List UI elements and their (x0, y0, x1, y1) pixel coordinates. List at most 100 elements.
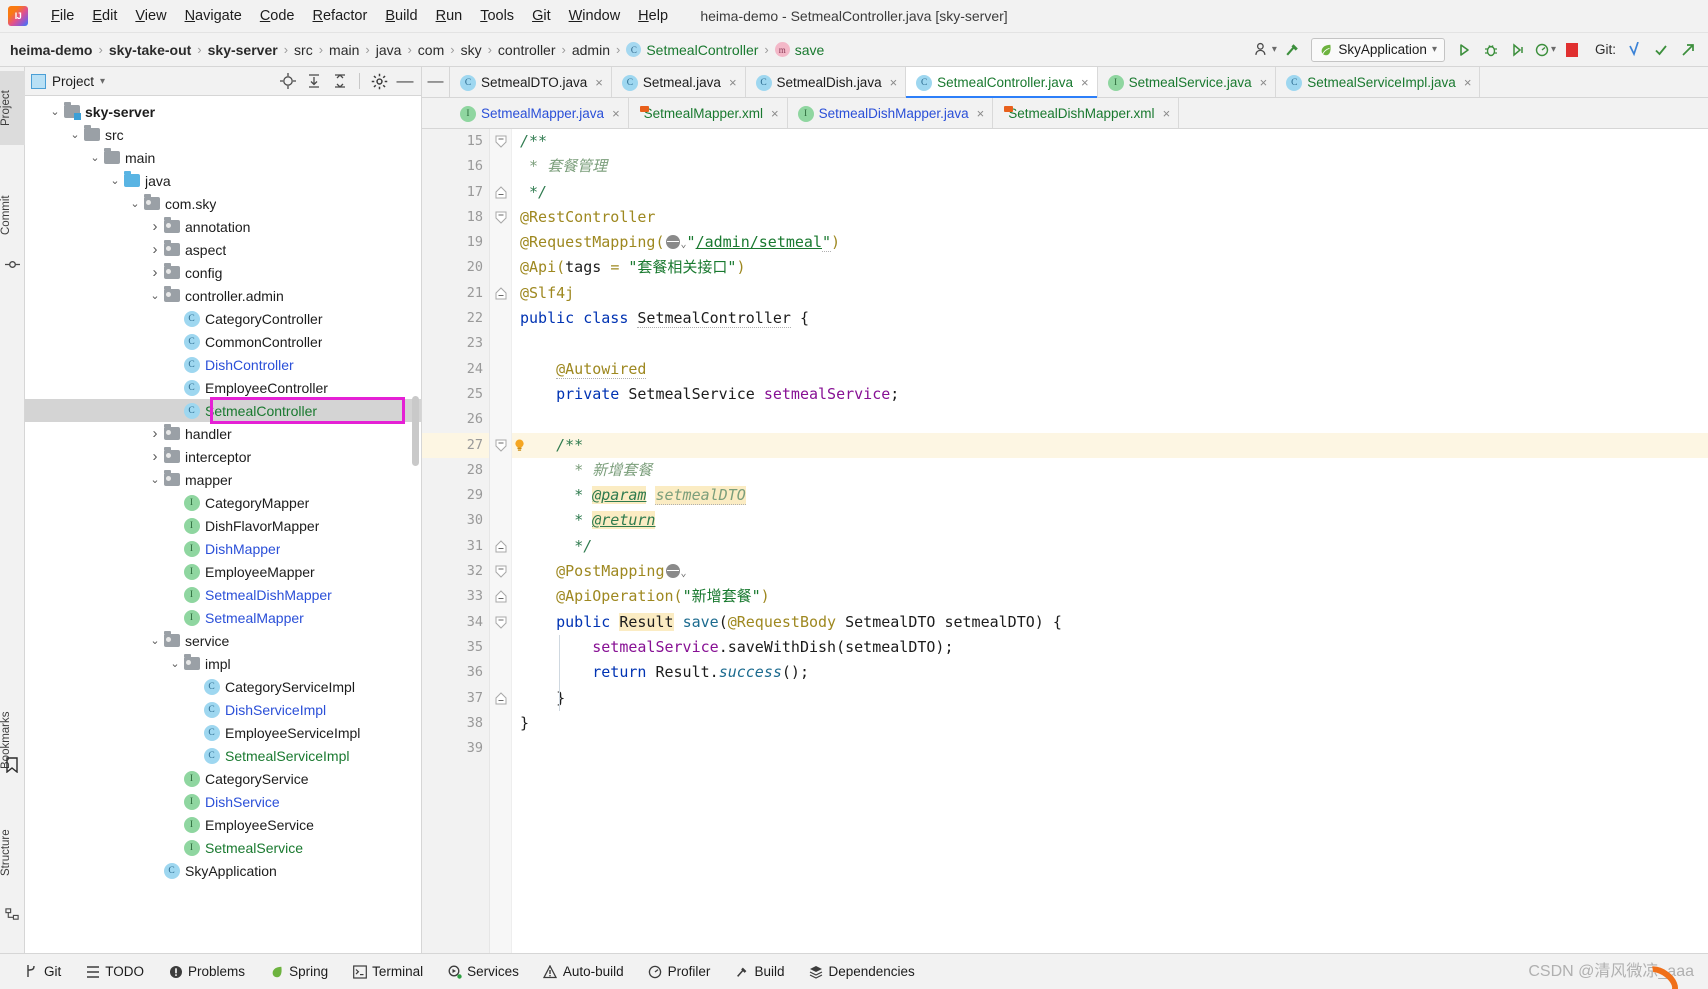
gutter-line-number[interactable]: 27 (422, 432, 489, 458)
gutter-line-number[interactable]: 37 (422, 686, 489, 711)
gutter-line-number[interactable]: 26 (422, 407, 489, 432)
run-with-coverage-icon[interactable] (1506, 38, 1530, 62)
code-line[interactable] (512, 331, 1708, 356)
editor-gutter[interactable]: 15 16 17 18 19 20 21 22 23 24 25 26 27 28 29 30 31 32 33 34… (422, 129, 490, 953)
fold-start-icon[interactable] (495, 135, 507, 148)
chevron-right-icon[interactable]: › (147, 241, 163, 258)
chevron-down-icon[interactable]: ⌄ (47, 105, 63, 118)
gutter-line-number[interactable]: 19 (422, 230, 489, 255)
gutter-line-number[interactable]: 21 (422, 281, 489, 306)
code-line[interactable]: */ (512, 180, 1708, 205)
status-bar-item-services[interactable]: Services (435, 964, 531, 979)
code-line[interactable]: private SetmealService setmealService; (512, 382, 1708, 407)
tree-item-controller-admin[interactable]: ⌄ controller.admin (25, 284, 421, 307)
chevron-down-icon[interactable]: ⌄ (167, 657, 183, 670)
tree-item-java[interactable]: ⌄ java (25, 169, 421, 192)
breadcrumb-item-heima-demo[interactable]: heima-demo (10, 42, 92, 58)
tree-item-categorycontroller[interactable]: C CategoryController (25, 307, 421, 330)
code-line[interactable]: return Result.success(); (512, 660, 1708, 685)
code-line[interactable]: setmealService.saveWithDish(setmealDTO); (512, 635, 1708, 660)
close-icon[interactable]: × (890, 75, 898, 90)
code-content[interactable]: /** * 套餐管理 */@RestController @RequestMapp… (512, 129, 1708, 953)
sidebar-item-bookmarks[interactable]: Bookmarks (0, 685, 25, 795)
tree-scrollbar[interactable] (412, 396, 419, 466)
tree-item-handler[interactable]: › handler (25, 422, 421, 445)
menu-item-file[interactable]: File (42, 5, 83, 27)
chevron-down-icon[interactable]: ⌄ (67, 128, 83, 141)
menu-item-code[interactable]: Code (251, 5, 304, 27)
debug-icon[interactable] (1479, 38, 1503, 62)
user-settings-icon[interactable]: ▾ (1253, 38, 1277, 62)
close-icon[interactable]: × (1260, 75, 1268, 90)
tree-item-employeecontroller[interactable]: C EmployeeController (25, 376, 421, 399)
sidebar-item-project[interactable]: Project (0, 71, 25, 145)
status-bar-item-todo[interactable]: TODO (73, 964, 156, 979)
gutter-line-number[interactable]: 18 (422, 205, 489, 230)
editor-tab-setmealdto-java[interactable]: C SetmealDTO.java × (450, 67, 612, 97)
chevron-down-icon[interactable]: ⌄ (87, 151, 103, 164)
fold-start-icon[interactable] (495, 439, 507, 452)
close-icon[interactable]: × (771, 106, 779, 121)
editor-tab-setmeal-java[interactable]: C Setmeal.java × (611, 67, 746, 97)
code-line[interactable]: public Result save(@RequestBody SetmealD… (512, 610, 1708, 635)
tree-item-mapper[interactable]: ⌄ mapper (25, 468, 421, 491)
status-bar-item-dependencies[interactable]: Dependencies (796, 964, 926, 979)
breadcrumb-item-sky-server[interactable]: sky-server (208, 42, 278, 58)
gutter-line-number[interactable]: 28 (422, 458, 489, 483)
project-tree[interactable]: ⌄ sky-server ⌄ src ⌄ main ⌄ java ⌄ com.sky › annota… (25, 96, 421, 953)
status-bar-item-problems[interactable]: Problems (156, 964, 257, 979)
menu-item-build[interactable]: Build (376, 5, 426, 27)
chevron-right-icon[interactable]: › (147, 448, 163, 465)
sidebar-item-commit[interactable]: Commit (0, 179, 25, 251)
code-line[interactable]: */ (512, 534, 1708, 559)
tree-item-aspect[interactable]: › aspect (25, 238, 421, 261)
intention-bulb-icon[interactable] (512, 438, 526, 452)
menu-item-edit[interactable]: Edit (83, 5, 126, 27)
gutter-line-number[interactable]: 23 (422, 331, 489, 356)
status-bar-item-git[interactable]: Git (12, 964, 73, 979)
breadcrumb-item-src[interactable]: src (294, 42, 313, 58)
locate-file-icon[interactable] (278, 71, 298, 91)
fold-end-icon[interactable] (495, 691, 507, 705)
tree-item-categoryserviceimpl[interactable]: C CategoryServiceImpl (25, 675, 421, 698)
tree-item-categoryservice[interactable]: I CategoryService (25, 767, 421, 790)
fold-end-icon[interactable] (495, 540, 507, 553)
editor-tab-setmealdishmapper-xml[interactable]: SetmealDishMapper.xml × (993, 98, 1180, 128)
menu-item-window[interactable]: Window (560, 5, 630, 27)
run-icon[interactable] (1452, 38, 1476, 62)
chevron-down-icon[interactable]: ⌄ (127, 197, 143, 210)
settings-gear-icon[interactable] (369, 71, 389, 91)
run-configuration-selector[interactable]: SkyApplication ▾ (1311, 37, 1445, 62)
tree-item-src[interactable]: ⌄ src (25, 123, 421, 146)
update-project-icon[interactable] (1622, 38, 1646, 62)
tree-item-setmealserviceimpl[interactable]: C SetmealServiceImpl (25, 744, 421, 767)
code-line[interactable]: @Slf4j (512, 281, 1708, 306)
gutter-line-number[interactable]: 17 (422, 180, 489, 205)
chevron-down-icon[interactable]: ⌄ (147, 289, 163, 302)
code-line[interactable]: @Autowired (512, 357, 1708, 382)
fold-end-icon[interactable] (495, 185, 507, 199)
code-line[interactable]: public class SetmealController { (512, 306, 1708, 331)
tree-item-dishserviceimpl[interactable]: C DishServiceImpl (25, 698, 421, 721)
build-hammer-icon[interactable] (1280, 38, 1304, 62)
sidebar-item-structure[interactable]: Structure (0, 805, 25, 901)
tree-item-interceptor[interactable]: › interceptor (25, 445, 421, 468)
web-globe-icon[interactable] (665, 564, 680, 579)
chevron-down-icon[interactable]: ▾ (100, 76, 105, 87)
code-line[interactable]: @PostMapping ⌄ (512, 559, 1708, 584)
breadcrumb-item-controller[interactable]: controller (498, 42, 556, 58)
close-icon[interactable]: × (1163, 106, 1171, 121)
gutter-line-number[interactable]: 36 (422, 660, 489, 685)
gutter-line-number[interactable]: 32 (422, 559, 489, 584)
editor-tab-setmealcontroller-java[interactable]: C SetmealController.java × (906, 67, 1098, 98)
tree-item-commoncontroller[interactable]: C CommonController (25, 330, 421, 353)
fold-start-icon[interactable] (495, 211, 507, 224)
push-icon[interactable] (1676, 38, 1700, 62)
breadcrumb-item-save[interactable]: m save (774, 42, 824, 58)
code-line[interactable]: /** (512, 129, 1708, 154)
code-folding-column[interactable] (490, 129, 512, 953)
gutter-line-number[interactable]: 22 (422, 306, 489, 331)
expand-all-icon[interactable] (304, 71, 324, 91)
code-line[interactable]: @ApiOperation("新增套餐") (512, 584, 1708, 609)
fold-start-icon[interactable] (495, 565, 507, 578)
